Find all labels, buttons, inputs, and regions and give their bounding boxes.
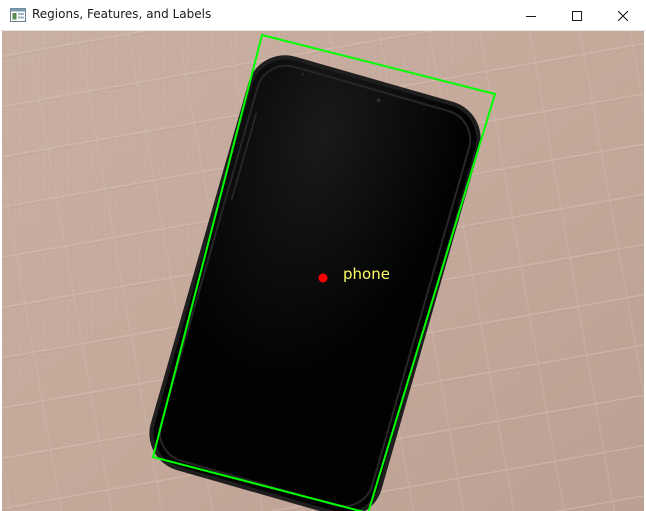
- center-point-marker: [318, 273, 328, 283]
- application-window: Regions, Features, and Labels phone: [0, 0, 646, 511]
- maximize-button[interactable]: [554, 0, 600, 31]
- object-label: phone: [343, 265, 390, 283]
- minimize-button[interactable]: [508, 0, 554, 31]
- title-bar[interactable]: Regions, Features, and Labels: [0, 0, 646, 31]
- maximize-icon: [572, 10, 582, 21]
- window-title: Regions, Features, and Labels: [32, 7, 212, 21]
- close-icon: [618, 10, 628, 21]
- annotated-image: phone: [2, 31, 644, 511]
- close-button[interactable]: [600, 0, 646, 31]
- image-canvas: phone: [2, 31, 644, 511]
- app-window-icon: [10, 8, 26, 22]
- minimize-icon: [526, 15, 536, 17]
